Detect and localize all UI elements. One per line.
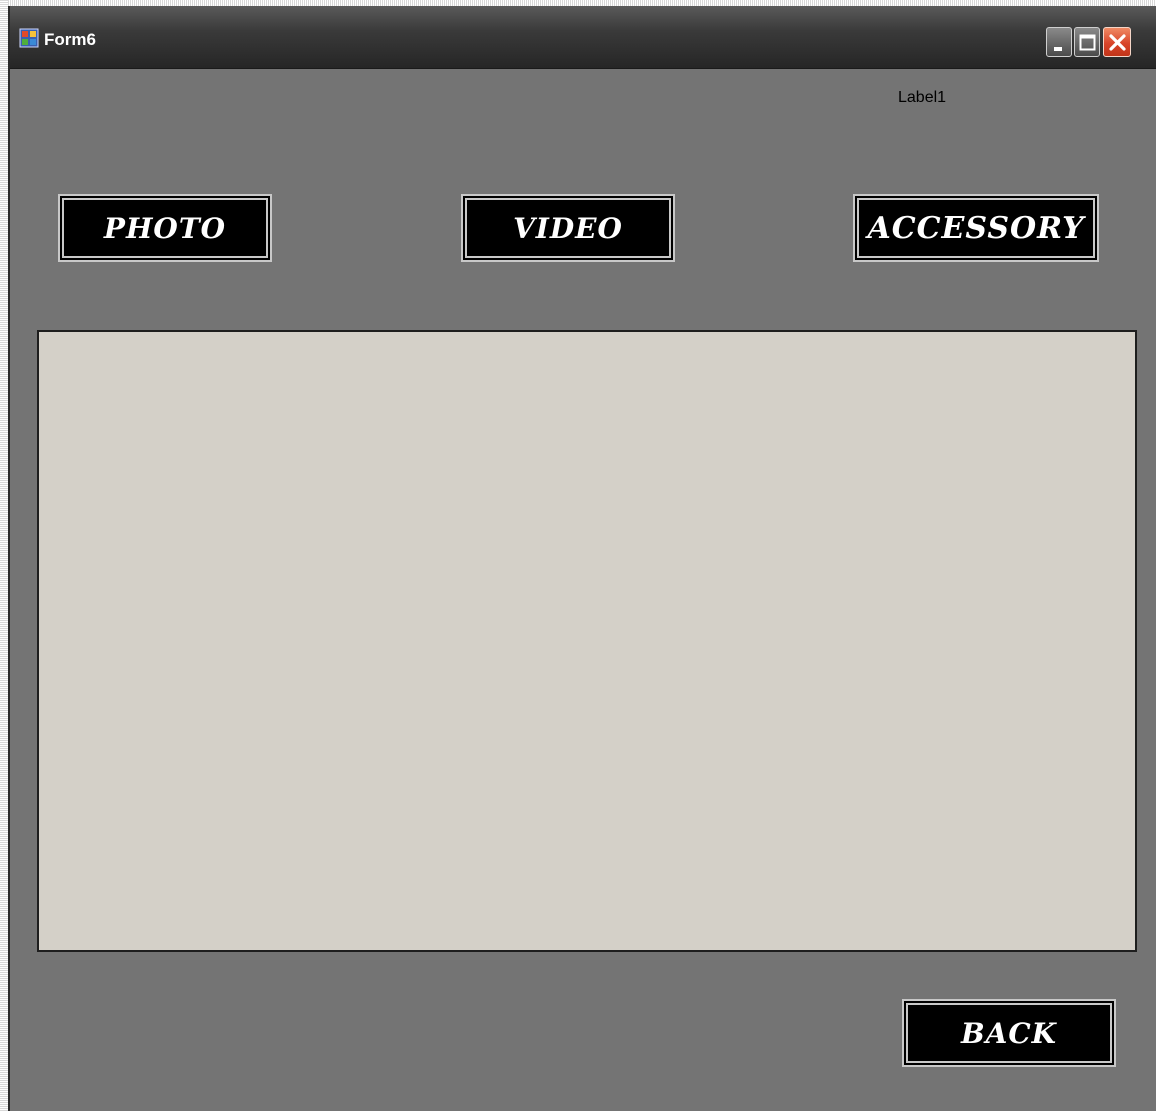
back-button[interactable]: BACK [904, 1001, 1114, 1065]
maximize-button[interactable] [1074, 27, 1100, 57]
content-panel [37, 330, 1137, 952]
minimize-button[interactable] [1046, 27, 1072, 57]
video-button[interactable]: VIDEO [463, 196, 673, 260]
windows-forms-app-icon [19, 28, 39, 48]
form-window: Form6 Label1 PHOTO VIDEO ACCESSORY BACK [8, 6, 1156, 1111]
accessory-button[interactable]: ACCESSORY [855, 196, 1097, 260]
window-title: Form6 [44, 30, 96, 49]
maximize-icon [1079, 34, 1096, 51]
close-button[interactable] [1103, 27, 1131, 57]
photo-button[interactable]: PHOTO [60, 196, 270, 260]
close-icon [1109, 34, 1126, 51]
desktop-edge-left [0, 0, 8, 1111]
minimize-icon [1054, 47, 1062, 51]
label1: Label1 [898, 89, 947, 106]
title-bar[interactable]: Form6 [10, 6, 1156, 69]
